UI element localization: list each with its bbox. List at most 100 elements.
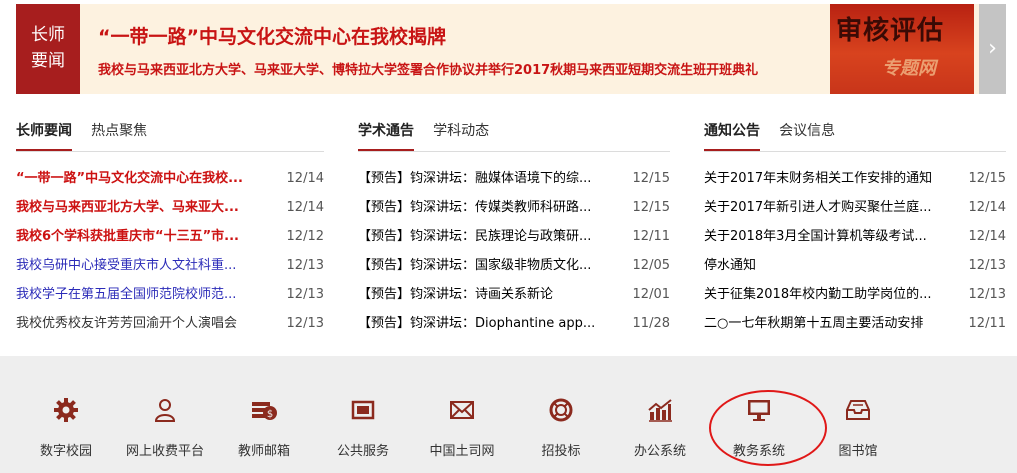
banner-tag-line2: 要闻	[31, 51, 65, 71]
news-date: 12/14	[286, 171, 324, 186]
news-title-link[interactable]: 我校优秀校友许芳芳回渝开个人演唱会	[16, 309, 237, 338]
news-date: 12/01	[632, 287, 670, 302]
banner-tag-line1: 长师	[31, 25, 65, 45]
list-item: 【预告】钧深讲坛：融媒体语境下的综... 12/15	[358, 164, 670, 193]
bar-chart-icon	[612, 396, 708, 426]
quicklink-label: 教务系统	[732, 444, 785, 459]
quicklink-label: 数字校园	[39, 444, 92, 459]
news-title-link[interactable]: 停水通知	[704, 251, 756, 280]
tab-meeting-info[interactable]: 会议信息	[779, 118, 835, 144]
news-title-link[interactable]: 我校与马来西亚北方大学、马来亚大...	[16, 193, 239, 222]
tab-announcements[interactable]: 通知公告	[704, 118, 760, 151]
quicklink-online-payment[interactable]: 网上收费平台	[117, 396, 213, 459]
quicklink-bidding[interactable]: 招投标	[513, 396, 609, 459]
news-title-link[interactable]: 关于2018年3月全国计算机等级考试...	[704, 222, 927, 251]
news-title-link[interactable]: 关于2017年末财务相关工作安排的通知	[704, 164, 932, 193]
quicklink-label: 公共服务	[336, 444, 389, 459]
news-date: 12/13	[968, 287, 1006, 302]
monitor-icon	[711, 396, 807, 426]
tab-academic-notices[interactable]: 学术通告	[358, 118, 414, 151]
news-date: 12/13	[968, 258, 1006, 273]
news-title-link[interactable]: 【预告】钧深讲坛：诗画关系新论	[358, 280, 553, 309]
gear-icon	[18, 396, 114, 426]
news-date: 12/14	[968, 200, 1006, 215]
list-item: 【预告】钧深讲坛：国家级非物质文化... 12/05	[358, 251, 670, 280]
banner-headline-link[interactable]: “一带一路”中马文化交流中心在我校揭牌	[98, 22, 446, 49]
news-title-link[interactable]: 我校学子在第五届全国师范院校师范...	[16, 280, 236, 309]
list-item: 关于2017年新引进人才购买聚仕兰庭... 12/14	[704, 193, 1006, 222]
news-list: 【预告】钧深讲坛：融媒体语境下的综... 12/15 【预告】钧深讲坛：传媒类教师科…	[358, 164, 670, 338]
list-item: 停水通知 12/13	[704, 251, 1006, 280]
tab-discipline-news[interactable]: 学科动态	[433, 118, 489, 144]
tab-bar: 学术通告 学科动态	[358, 118, 670, 152]
list-item: 关于征集2018年校内勤工助学岗位的... 12/13	[704, 280, 1006, 309]
envelope-icon	[414, 396, 510, 426]
banner-subline-link[interactable]: 我校与马来西亚北方大学、马来亚大学、博特拉大学签署合作协议并举行2017秋期马来…	[98, 59, 758, 78]
news-title-link[interactable]: 【预告】钧深讲坛：传媒类教师科研路...	[358, 193, 591, 222]
list-item: 我校乌研中心接受重庆市人文社科重... 12/13	[16, 251, 324, 280]
audit-evaluation-banner-image[interactable]: 审核评估 专题网	[830, 4, 974, 94]
quicklink-public-service[interactable]: 公共服务	[315, 396, 411, 459]
quicklink-teacher-mail[interactable]: $ 教师邮箱	[216, 396, 312, 459]
inbox-icon	[810, 396, 906, 426]
news-date: 12/11	[632, 229, 670, 244]
news-banner: 长师 要闻 “一带一路”中马文化交流中心在我校揭牌 我校与马来西亚北方大学、马来…	[16, 4, 1006, 94]
quicklink-digital-campus[interactable]: 数字校园	[18, 396, 114, 459]
list-item: 我校学子在第五届全国师范院校师范... 12/13	[16, 280, 324, 309]
news-date: 12/14	[968, 229, 1006, 244]
tab-campus-news[interactable]: 长师要闻	[16, 118, 72, 151]
quicklink-label: 招投标	[541, 444, 581, 459]
news-title-link[interactable]: 【预告】钧深讲坛：民族理论与政策研...	[358, 222, 591, 251]
news-date: 12/13	[286, 258, 324, 273]
quicklink-tusi-website[interactable]: 中国土司网	[414, 396, 510, 459]
lifebuoy-icon	[513, 396, 609, 426]
quicklink-office-system[interactable]: 办公系统	[612, 396, 708, 459]
list-item: 【预告】钧深讲坛：诗画关系新论 12/01	[358, 280, 670, 309]
mail-money-icon: $	[216, 396, 312, 426]
news-title-link[interactable]: 二○一七年秋期第十五周主要活动安排	[704, 309, 923, 338]
quicklink-label: 图书馆	[838, 444, 878, 459]
list-item: 关于2018年3月全国计算机等级考试... 12/14	[704, 222, 1006, 251]
news-date: 12/05	[632, 258, 670, 273]
news-title-link[interactable]: 关于征集2018年校内勤工助学岗位的...	[704, 280, 931, 309]
tab-bar: 通知公告 会议信息	[704, 118, 1006, 152]
news-date: 12/13	[286, 287, 324, 302]
news-date: 12/15	[968, 171, 1006, 186]
quicklink-academic-affairs[interactable]: 教务系统	[711, 396, 807, 459]
news-title-link[interactable]: 我校乌研中心接受重庆市人文社科重...	[16, 251, 236, 280]
user-icon	[117, 396, 213, 426]
list-item: 【预告】钧深讲坛：Diophantine app... 11/28	[358, 309, 670, 338]
news-title-link[interactable]: 我校6个学科获批重庆市“十三五”市...	[16, 222, 239, 251]
window-icon	[315, 396, 411, 426]
news-date: 12/11	[968, 316, 1006, 331]
list-item: 我校优秀校友许芳芳回渝开个人演唱会 12/13	[16, 309, 324, 338]
news-list: “一带一路”中马文化交流中心在我校... 12/14 我校与马来西亚北方大学、马来亚…	[16, 164, 324, 338]
banner-image-title: 审核评估	[836, 16, 945, 46]
list-item: 【预告】钧深讲坛：传媒类教师科研路... 12/15	[358, 193, 670, 222]
news-title-link[interactable]: 【预告】钧深讲坛：国家级非物质文化...	[358, 251, 591, 280]
news-date: 12/14	[286, 200, 324, 215]
quicklink-label: 教师邮箱	[237, 444, 290, 459]
list-item: 我校与马来西亚北方大学、马来亚大... 12/14	[16, 193, 324, 222]
chevron-right-icon: ›	[988, 36, 997, 61]
svg-text:$: $	[267, 409, 273, 420]
news-title-link[interactable]: 【预告】钧深讲坛：融媒体语境下的综...	[358, 164, 591, 193]
list-item: “一带一路”中马文化交流中心在我校... 12/14	[16, 164, 324, 193]
tab-hot-topics[interactable]: 热点聚焦	[91, 118, 147, 144]
quicklink-library[interactable]: 图书馆	[810, 396, 906, 459]
news-date: 12/15	[632, 200, 670, 215]
news-title-link[interactable]: “一带一路”中马文化交流中心在我校...	[16, 164, 243, 193]
banner-category-tag[interactable]: 长师 要闻	[16, 4, 80, 94]
quicklink-label: 中国土司网	[429, 444, 495, 459]
news-date: 12/13	[286, 316, 324, 331]
tab-bar: 长师要闻 热点聚焦	[16, 118, 324, 152]
news-column-notices: 通知公告 会议信息 关于2017年末财务相关工作安排的通知 12/15 关于2017…	[704, 118, 1006, 338]
banner-next-button[interactable]: ›	[979, 4, 1006, 94]
quick-links-bar: 数字校园 网上收费平台 $ 教师邮箱 公共服务 中国土司网 招投标 办公系统 教…	[0, 356, 1017, 473]
list-item: 我校6个学科获批重庆市“十三五”市... 12/12	[16, 222, 324, 251]
list-item: 二○一七年秋期第十五周主要活动安排 12/11	[704, 309, 1006, 338]
news-title-link[interactable]: 【预告】钧深讲坛：Diophantine app...	[358, 309, 595, 338]
news-date: 12/15	[632, 171, 670, 186]
list-item: 【预告】钧深讲坛：民族理论与政策研... 12/11	[358, 222, 670, 251]
news-title-link[interactable]: 关于2017年新引进人才购买聚仕兰庭...	[704, 193, 931, 222]
